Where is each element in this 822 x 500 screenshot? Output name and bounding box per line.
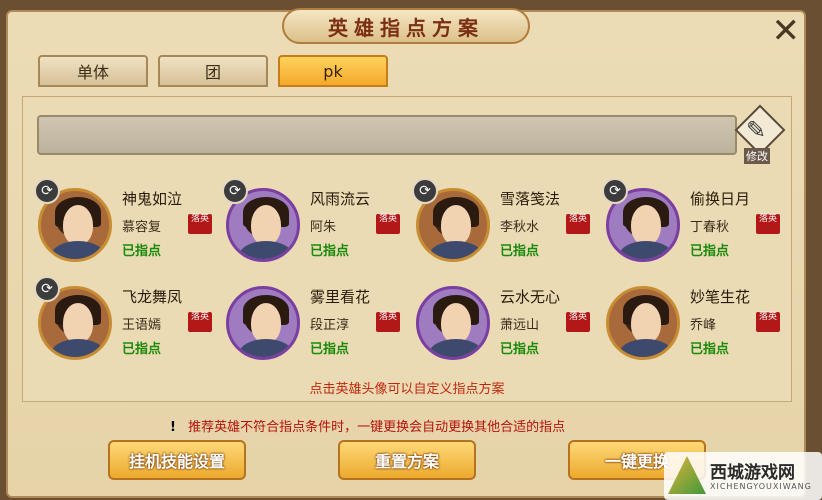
hero-skill-name: 雪落笺法 xyxy=(500,190,561,208)
tab-bar: 单体 团 pk xyxy=(38,55,388,87)
hero-skill-name: 偷换日月 xyxy=(690,190,751,208)
hint-text: 点击英雄头像可以自定义指点方案 xyxy=(309,382,505,397)
hero-skill-name: 神鬼如泣 xyxy=(122,190,183,208)
watermark-logo: 西城游戏网 XICHENGYOUXIWANG xyxy=(664,452,822,500)
hero-status: 已指点 xyxy=(310,342,350,357)
swap-icon[interactable]: ⟳ xyxy=(412,178,438,204)
face-shape xyxy=(251,303,281,343)
hero-name: 段正淳 xyxy=(310,318,350,333)
hero-skill-name: 风雨流云 xyxy=(310,190,371,208)
hero-skill-name: 飞龙舞凤 xyxy=(122,288,183,306)
hero-card: ⟳ 飞龙舞凤 王语嫣 已指点 落英 xyxy=(34,276,218,360)
hero-status: 已指点 xyxy=(690,244,730,259)
hero-card: ⟳ 风雨流云 阿朱 已指点 落英 xyxy=(222,178,406,262)
logo-icon xyxy=(668,456,706,494)
title-banner: 英雄指点方案 xyxy=(282,8,530,44)
seal-icon: 落英 xyxy=(756,214,780,234)
seal-icon: 落英 xyxy=(376,312,400,332)
hero-status: 已指点 xyxy=(500,244,540,259)
hero-portrait[interactable] xyxy=(226,286,300,360)
edit-label: 修改 xyxy=(744,148,770,164)
face-shape xyxy=(441,205,471,245)
hero-card: ⟳ 神鬼如泣 慕容复 已指点 落英 xyxy=(34,178,218,262)
plan-name-input[interactable] xyxy=(37,115,737,155)
reset-plan-button[interactable]: 重置方案 xyxy=(338,440,476,480)
hero-name: 李秋水 xyxy=(500,220,540,235)
hero-status: 已指点 xyxy=(122,244,162,259)
face-shape xyxy=(631,205,661,245)
hero-status: 已指点 xyxy=(500,342,540,357)
pencil-icon: ✎ xyxy=(746,116,767,144)
hero-portrait[interactable] xyxy=(416,286,490,360)
body-shape xyxy=(619,339,673,357)
seal-icon: 落英 xyxy=(566,214,590,234)
face-shape xyxy=(251,205,281,245)
hero-name: 萧远山 xyxy=(500,318,540,333)
seal-icon: 落英 xyxy=(188,312,212,332)
body-shape xyxy=(239,339,293,357)
hero-portrait[interactable] xyxy=(606,286,680,360)
hero-skill-name: 雾里看花 xyxy=(310,288,371,306)
tab-single[interactable]: 单体 xyxy=(38,55,148,87)
swap-icon[interactable]: ⟳ xyxy=(34,276,60,302)
edit-button[interactable]: ✎ 修改 xyxy=(734,104,786,164)
dialog-title: 英雄指点方案 xyxy=(328,15,484,40)
face-shape xyxy=(63,205,93,245)
seal-icon: 落英 xyxy=(188,214,212,234)
hero-status: 已指点 xyxy=(122,342,162,357)
hero-card: 云水无心 萧远山 已指点 落英 xyxy=(416,276,596,360)
hero-name: 乔峰 xyxy=(690,318,717,333)
hero-card: 雾里看花 段正淳 已指点 落英 xyxy=(226,276,406,360)
warning-text: ! 推荐英雄不符合指点条件时，一键更换会自动更换其他合适的指点 xyxy=(170,416,565,435)
hero-name: 王语嫣 xyxy=(122,318,162,333)
watermark-title: 西城游戏网 xyxy=(710,463,795,483)
hero-name: 慕容复 xyxy=(122,220,162,235)
hero-skill-name: 云水无心 xyxy=(500,288,561,306)
body-shape xyxy=(429,241,483,259)
hero-card: ⟳ 雪落笺法 李秋水 已指点 落英 xyxy=(412,178,596,262)
swap-icon[interactable]: ⟳ xyxy=(222,178,248,204)
idle-skill-settings-button[interactable]: 挂机技能设置 xyxy=(108,440,246,480)
body-shape xyxy=(51,339,105,357)
close-icon[interactable]: ✕ xyxy=(772,14,801,48)
seal-icon: 落英 xyxy=(756,312,780,332)
swap-icon[interactable]: ⟳ xyxy=(34,178,60,204)
tab-pk[interactable]: pk xyxy=(278,55,388,87)
hero-status: 已指点 xyxy=(310,244,350,259)
hero-name: 丁春秋 xyxy=(690,220,730,235)
face-shape xyxy=(63,303,93,343)
watermark-subtitle: XICHENGYOUXIWANG xyxy=(710,482,812,491)
body-shape xyxy=(239,241,293,259)
body-shape xyxy=(619,241,673,259)
hero-card: 妙笔生花 乔峰 已指点 落英 xyxy=(606,276,786,360)
warning-message: 推荐英雄不符合指点条件时，一键更换会自动更换其他合适的指点 xyxy=(188,420,566,435)
face-shape xyxy=(631,303,661,343)
swap-icon[interactable]: ⟳ xyxy=(602,178,628,204)
hero-card: ⟳ 偷换日月 丁春秋 已指点 落英 xyxy=(602,178,786,262)
warning-icon: ! xyxy=(170,420,176,435)
seal-icon: 落英 xyxy=(566,312,590,332)
hero-status: 已指点 xyxy=(690,342,730,357)
face-shape xyxy=(441,303,471,343)
tab-team[interactable]: 团 xyxy=(158,55,268,87)
body-shape xyxy=(51,241,105,259)
hero-skill-name: 妙笔生花 xyxy=(690,288,751,306)
seal-icon: 落英 xyxy=(376,214,400,234)
hero-name: 阿朱 xyxy=(310,220,337,235)
body-shape xyxy=(429,339,483,357)
